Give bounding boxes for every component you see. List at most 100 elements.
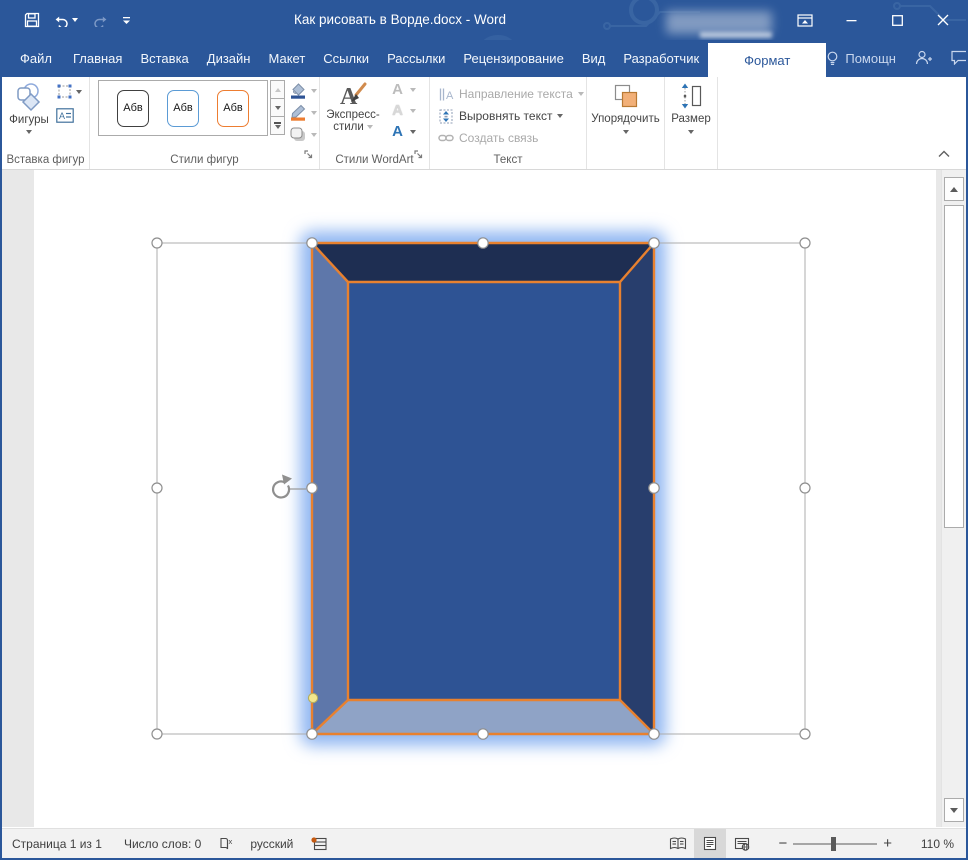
text-fill-icon: А: [390, 81, 405, 98]
text-outline-button[interactable]: А: [386, 100, 422, 121]
size-button[interactable]: Размер: [665, 80, 717, 161]
align-text-button[interactable]: Выровнять текст: [438, 106, 584, 126]
group-wordart-styles: А Экспресс- стили А А А Стили WordArt: [320, 77, 430, 169]
text-direction-button[interactable]: А Направление текста: [438, 84, 584, 104]
undo-icon: [55, 14, 69, 27]
text-box-button[interactable]: А: [56, 108, 82, 123]
shape-style-buttons: [289, 81, 319, 144]
shapes-label: Фигуры: [9, 114, 49, 126]
zoom-slider-thumb[interactable]: [831, 837, 836, 851]
zoom-level[interactable]: 110 %: [906, 837, 954, 851]
macro-recording-button[interactable]: [311, 837, 327, 851]
tellme-button[interactable]: Помощн: [826, 51, 896, 67]
comments-button[interactable]: [951, 50, 968, 68]
zoom-control: − +: [772, 836, 898, 851]
read-mode-button[interactable]: [662, 829, 694, 858]
proofing-book-icon: х: [219, 836, 236, 851]
share-button[interactable]: [915, 50, 932, 68]
quick-styles-caret: [367, 125, 373, 129]
zoom-in-button[interactable]: +: [877, 836, 898, 851]
collapse-ribbon-button[interactable]: [938, 145, 950, 163]
wordart-buttons: А А А: [386, 79, 422, 142]
shape-fill-icon: [289, 82, 307, 99]
word-count[interactable]: Число слов: 0: [124, 837, 201, 851]
quick-access-toolbar: [24, 0, 131, 40]
macro-icon: [311, 837, 327, 851]
document-page[interactable]: [34, 170, 936, 827]
scrollbar-up-button[interactable]: [944, 177, 964, 201]
shape-style-preset-2[interactable]: Абв: [167, 90, 199, 127]
text-direction-icon: А: [438, 87, 454, 102]
arrange-button[interactable]: Упорядочить: [587, 80, 664, 161]
shape-fill-button[interactable]: [289, 81, 319, 100]
language-indicator[interactable]: русский: [250, 837, 293, 851]
gallery-scroll-buttons: [270, 80, 285, 135]
vertical-scrollbar[interactable]: [941, 170, 966, 827]
arrange-icon: [613, 83, 639, 109]
align-text-label: Выровнять текст: [459, 109, 552, 123]
minimize-button[interactable]: [828, 0, 874, 40]
scroll-up-arrow-icon: [950, 187, 958, 192]
save-button[interactable]: [24, 12, 40, 28]
text-effects-icon: А: [390, 123, 405, 140]
shape-outline-caret: [311, 111, 317, 115]
shape-effects-icon: [289, 126, 307, 143]
text-effects-button[interactable]: А: [386, 121, 422, 142]
scroll-down-icon: [275, 106, 281, 110]
shape-style-preset-1[interactable]: Абв: [117, 90, 149, 127]
edit-shape-button[interactable]: [56, 83, 82, 100]
align-text-caret: [557, 114, 563, 118]
dialog-launcher-icon: [414, 150, 424, 160]
text-outline-icon: А: [390, 102, 405, 119]
tab-references[interactable]: Ссылки: [314, 40, 378, 77]
scrollbar-thumb[interactable]: [944, 205, 964, 528]
group-insert-shapes: Фигуры А Вставка фигур: [2, 77, 90, 169]
size-caret: [688, 130, 694, 134]
zoom-out-button[interactable]: −: [772, 836, 793, 851]
ribbon-display-options-button[interactable]: [782, 0, 828, 40]
shape-outline-button[interactable]: [289, 103, 319, 122]
shape-styles-dialog-launcher[interactable]: [304, 147, 314, 165]
group-label-insert-shapes: Вставка фигур: [2, 154, 89, 166]
wordart-dialog-launcher[interactable]: [414, 147, 424, 165]
tab-home[interactable]: Главная: [64, 40, 131, 77]
web-layout-button[interactable]: [726, 829, 758, 858]
zoom-slider-track[interactable]: [793, 843, 877, 845]
gallery-scroll-up-button[interactable]: [270, 80, 285, 99]
gallery-scroll-down-button[interactable]: [270, 98, 285, 117]
tab-developer[interactable]: Разработчик: [614, 40, 708, 77]
ribbon: Фигуры А Вставка фигур Абв Абв Абв: [2, 77, 966, 170]
text-fill-button[interactable]: А: [386, 79, 422, 100]
gallery-more-button[interactable]: [270, 116, 285, 135]
shape-effects-caret: [311, 133, 317, 137]
status-bar: Страница 1 из 1 Число слов: 0 х русский …: [2, 828, 966, 858]
word-window: Как рисовать в Ворде.docx - Word Файл Гл…: [0, 0, 968, 860]
redo-button[interactable]: [93, 14, 107, 27]
svg-text:А: А: [446, 90, 454, 102]
undo-button[interactable]: [55, 14, 78, 27]
tab-file[interactable]: Файл: [8, 40, 64, 77]
quick-styles-button[interactable]: А Экспресс- стили: [324, 80, 382, 151]
maximize-button[interactable]: [874, 0, 920, 40]
page-indicator[interactable]: Страница 1 из 1: [12, 837, 102, 851]
tab-insert[interactable]: Вставка: [131, 40, 197, 77]
tab-format[interactable]: Формат: [708, 43, 826, 77]
save-icon: [24, 12, 40, 28]
tab-mailings[interactable]: Рассылки: [378, 40, 454, 77]
tab-review[interactable]: Рецензирование: [454, 40, 572, 77]
shape-effects-button[interactable]: [289, 125, 319, 144]
shapes-button[interactable]: Фигуры: [7, 80, 51, 151]
tab-design[interactable]: Дизайн: [198, 40, 260, 77]
create-link-button[interactable]: Создать связь: [438, 128, 584, 148]
tab-view[interactable]: Вид: [573, 40, 615, 77]
group-text: А Направление текста Выровнять текст Соз…: [430, 77, 587, 169]
statusbar-right: − + 110 %: [662, 829, 966, 858]
titlebar: Как рисовать в Ворде.docx - Word: [0, 0, 968, 40]
print-layout-button[interactable]: [694, 829, 726, 858]
close-button[interactable]: [920, 0, 966, 40]
shape-style-preset-3[interactable]: Абв: [217, 90, 249, 127]
tab-layout[interactable]: Макет: [259, 40, 314, 77]
proofing-status-button[interactable]: х: [219, 836, 236, 851]
shape-fill-caret: [311, 89, 317, 93]
scrollbar-down-button[interactable]: [944, 798, 964, 822]
